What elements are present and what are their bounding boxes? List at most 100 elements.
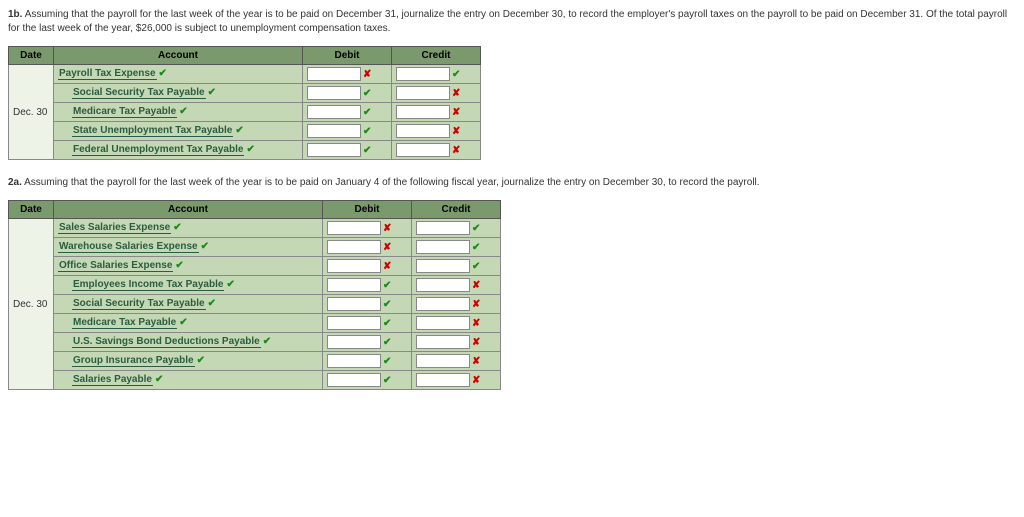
table-row: Dec. 30Payroll Tax Expense✔✘✔: [9, 65, 481, 84]
col-debit: Debit: [303, 47, 392, 65]
credit-input[interactable]: [416, 259, 470, 273]
account-cell: Group Insurance Payable✔: [54, 352, 323, 371]
account-link[interactable]: Employees Income Tax Payable: [72, 279, 224, 291]
debit-input[interactable]: [307, 67, 361, 81]
check-icon: ✔: [173, 222, 181, 233]
debit-cell: ✔: [303, 103, 392, 122]
debit-cell: ✔: [323, 371, 412, 390]
credit-cell: ✘: [412, 295, 501, 314]
credit-input[interactable]: [396, 67, 450, 81]
check-icon: ✔: [383, 318, 391, 329]
account-link[interactable]: Sales Salaries Expense: [58, 222, 171, 234]
credit-cell: ✘: [412, 314, 501, 333]
cross-icon: ✘: [363, 69, 371, 80]
table-row: Federal Unemployment Tax Payable✔✔✘: [9, 141, 481, 160]
check-icon: ✔: [201, 241, 209, 252]
check-icon: ✔: [363, 126, 371, 137]
account-cell: Warehouse Salaries Expense✔: [54, 238, 323, 257]
table-row: State Unemployment Tax Payable✔✔✘: [9, 122, 481, 141]
account-link[interactable]: Medicare Tax Payable: [72, 106, 177, 118]
debit-input[interactable]: [327, 259, 381, 273]
col-account: Account: [54, 201, 323, 219]
account-cell: Social Security Tax Payable✔: [54, 295, 323, 314]
col-account: Account: [54, 47, 303, 65]
credit-cell: ✘: [392, 103, 481, 122]
debit-input[interactable]: [327, 240, 381, 254]
debit-cell: ✘: [323, 238, 412, 257]
table-row: Social Security Tax Payable✔✔✘: [9, 84, 481, 103]
debit-input[interactable]: [327, 373, 381, 387]
credit-input[interactable]: [416, 297, 470, 311]
account-cell: Federal Unemployment Tax Payable✔: [54, 141, 303, 160]
check-icon: ✔: [208, 298, 216, 309]
debit-input[interactable]: [307, 143, 361, 157]
check-icon: ✔: [472, 242, 480, 253]
cross-icon: ✘: [452, 88, 460, 99]
credit-cell: ✘: [392, 122, 481, 141]
table-row: Social Security Tax Payable✔✔✘: [9, 295, 501, 314]
debit-input[interactable]: [327, 335, 381, 349]
account-link[interactable]: Warehouse Salaries Expense: [58, 241, 199, 253]
credit-input[interactable]: [416, 240, 470, 254]
credit-input[interactable]: [416, 316, 470, 330]
cross-icon: ✘: [472, 280, 480, 291]
credit-input[interactable]: [416, 335, 470, 349]
check-icon: ✔: [179, 106, 187, 117]
cross-icon: ✘: [383, 242, 391, 253]
question-1b-label: 1b.: [8, 9, 22, 20]
account-cell: Employees Income Tax Payable✔: [54, 276, 323, 295]
date-cell: Dec. 30: [9, 219, 54, 390]
col-credit: Credit: [412, 201, 501, 219]
cross-icon: ✘: [472, 318, 480, 329]
cross-icon: ✘: [472, 375, 480, 386]
credit-cell: ✘: [412, 276, 501, 295]
check-icon: ✔: [155, 374, 163, 385]
debit-input[interactable]: [327, 354, 381, 368]
account-link[interactable]: Social Security Tax Payable: [72, 87, 206, 99]
account-cell: Payroll Tax Expense✔: [54, 65, 303, 84]
account-cell: Medicare Tax Payable✔: [54, 314, 323, 333]
account-link[interactable]: Federal Unemployment Tax Payable: [72, 144, 244, 156]
cross-icon: ✘: [472, 337, 480, 348]
debit-cell: ✔: [323, 333, 412, 352]
check-icon: ✔: [263, 336, 271, 347]
account-cell: Sales Salaries Expense✔: [54, 219, 323, 238]
account-link[interactable]: State Unemployment Tax Payable: [72, 125, 233, 137]
credit-input[interactable]: [416, 373, 470, 387]
debit-input[interactable]: [307, 86, 361, 100]
date-cell: Dec. 30: [9, 65, 54, 160]
account-link[interactable]: Group Insurance Payable: [72, 355, 195, 367]
debit-input[interactable]: [307, 124, 361, 138]
cross-icon: ✘: [472, 356, 480, 367]
account-link[interactable]: Medicare Tax Payable: [72, 317, 177, 329]
credit-input[interactable]: [416, 221, 470, 235]
question-1b-text: Assuming that the payroll for the last w…: [8, 9, 1007, 34]
account-link[interactable]: U.S. Savings Bond Deductions Payable: [72, 336, 261, 348]
check-icon: ✔: [159, 68, 167, 79]
credit-input[interactable]: [396, 143, 450, 157]
check-icon: ✔: [383, 299, 391, 310]
debit-input[interactable]: [327, 278, 381, 292]
debit-input[interactable]: [327, 221, 381, 235]
check-icon: ✔: [383, 356, 391, 367]
question-2a-text: Assuming that the payroll for the last w…: [24, 177, 759, 188]
debit-input[interactable]: [327, 316, 381, 330]
credit-cell: ✔: [412, 238, 501, 257]
account-link[interactable]: Payroll Tax Expense: [58, 68, 157, 80]
debit-input[interactable]: [327, 297, 381, 311]
check-icon: ✔: [226, 279, 234, 290]
credit-input[interactable]: [396, 86, 450, 100]
account-link[interactable]: Salaries Payable: [72, 374, 153, 386]
question-2a: 2a. Assuming that the payroll for the la…: [8, 176, 1016, 190]
check-icon: ✔: [175, 260, 183, 271]
account-link[interactable]: Social Security Tax Payable: [72, 298, 206, 310]
debit-input[interactable]: [307, 105, 361, 119]
col-credit: Credit: [392, 47, 481, 65]
credit-input[interactable]: [396, 124, 450, 138]
credit-input[interactable]: [396, 105, 450, 119]
debit-cell: ✘: [323, 219, 412, 238]
credit-input[interactable]: [416, 354, 470, 368]
credit-input[interactable]: [416, 278, 470, 292]
account-cell: U.S. Savings Bond Deductions Payable✔: [54, 333, 323, 352]
account-link[interactable]: Office Salaries Expense: [58, 260, 173, 272]
